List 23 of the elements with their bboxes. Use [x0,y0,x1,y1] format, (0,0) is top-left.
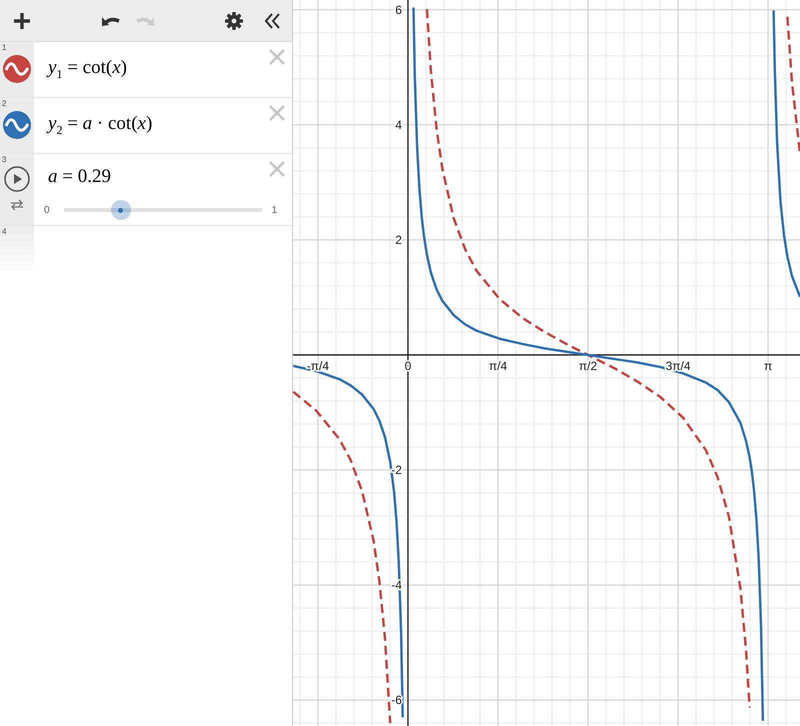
y-axis-label: 4 [395,118,402,132]
x-axis-label: π/2 [578,358,598,373]
slider-max-label: 1 [272,204,278,216]
play-icon[interactable] [4,166,30,192]
expression-formula[interactable]: y$_{1}$ = cot(x) [48,57,127,82]
repeat-icon[interactable] [10,199,24,211]
y-axis-label: -6 [391,693,402,708]
expression-formula[interactable]: y$_{2}$ = a · cot(x) [48,113,152,138]
y-axis-label: 2 [395,232,402,247]
slider-min-label: 0 [44,204,50,216]
x-axis-label: -π/4 [306,358,330,373]
x-axis-label: π [764,358,772,373]
slider-formula[interactable]: a = 0.29 [48,166,111,188]
slider-thumb[interactable] [110,200,131,220]
graph-color-icon[interactable] [3,55,31,83]
x-axis-label: 3π/4 [666,358,691,373]
expression-number: 4 [2,227,6,236]
expression-number: 2 [2,99,6,108]
x-axis-label: π/4 [488,358,508,373]
y-axis-label: 6 [395,2,402,17]
expression-number: 3 [2,155,6,164]
expression-number: 1 [2,43,6,52]
graph-color-icon[interactable] [3,111,31,139]
